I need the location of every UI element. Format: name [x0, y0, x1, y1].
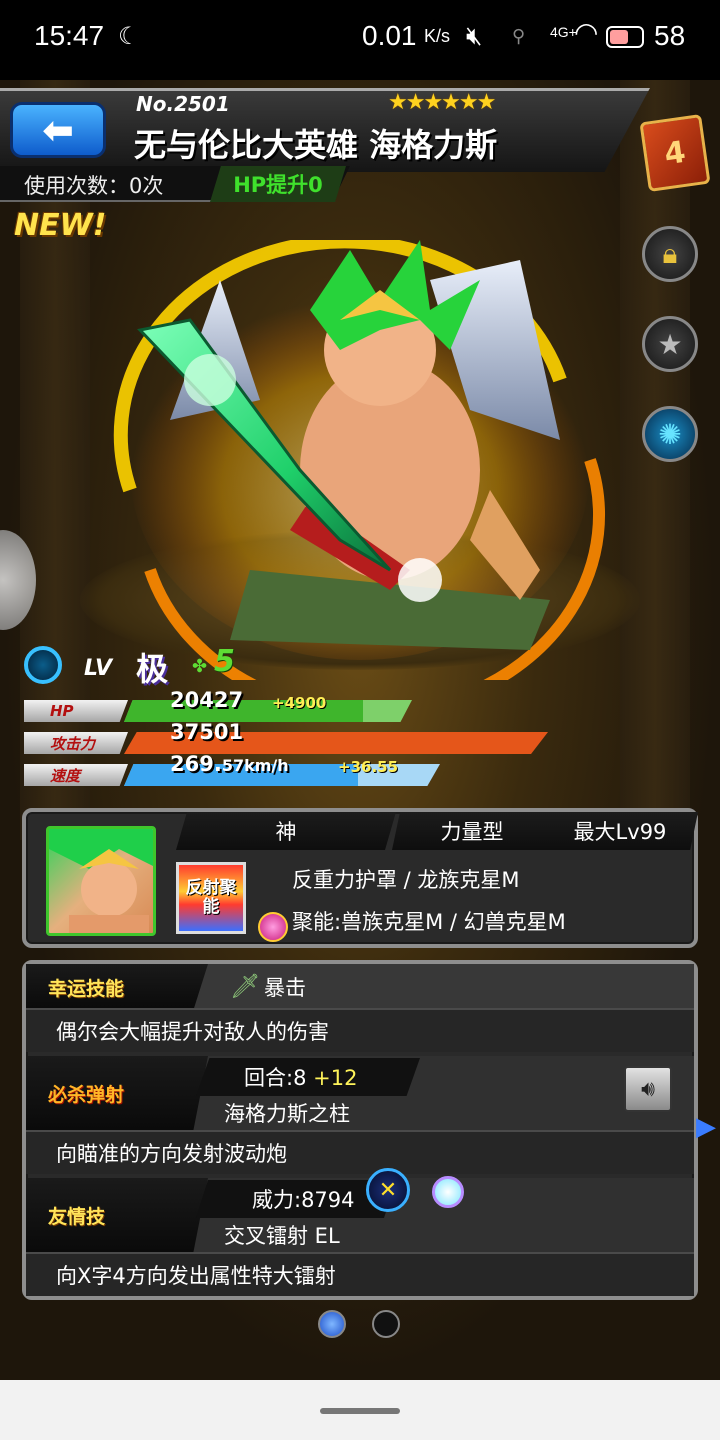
type-tag: 力量型	[392, 812, 552, 850]
next-page-arrow-icon[interactable]: ▶	[696, 1112, 716, 1142]
hp-bar-fill	[124, 700, 364, 722]
monster-portrait	[46, 826, 156, 936]
strike-shot-header: 必杀弹射 回合:8 +12 海格力斯之柱	[26, 1056, 694, 1130]
strike-shot-tag: 必杀弹射	[26, 1056, 208, 1130]
monster-book-icon[interactable]: 4	[639, 114, 711, 192]
luck-skill-name: 暴击	[264, 976, 306, 1000]
strike-shot-name: 海格力斯之柱	[224, 1102, 350, 1126]
home-gesture-bar[interactable]	[320, 1408, 400, 1414]
level-value: 极	[136, 650, 169, 688]
book-label: 4	[662, 134, 688, 172]
clover-icon: ✤	[192, 656, 208, 677]
profile-panel: 神 力量型 最大Lv99 反射聚能 反重力护罩 / 龙族克星M 聚能:兽族克星M…	[22, 808, 698, 948]
attack-label: 攻击力	[24, 732, 128, 754]
new-badge: NEW!	[14, 208, 107, 243]
luck-value: 5	[214, 644, 235, 679]
max-level-tag: 最大Lv99	[542, 812, 698, 850]
turns-value: 回合:8	[244, 1066, 307, 1090]
status-time: 15:47	[34, 20, 105, 51]
star-icon: ★	[657, 327, 683, 361]
back-arrow-icon: ⬅	[42, 108, 74, 152]
tribe-tag: 神	[176, 812, 396, 850]
friendship-header: 友情技 威力:8794 交叉镭射 EL	[26, 1178, 694, 1252]
ability-icon[interactable]: 反射聚能	[176, 862, 246, 934]
hp-value: 20427	[170, 688, 244, 712]
page-dot-2[interactable]	[372, 1310, 400, 1338]
portrait-art	[49, 829, 153, 933]
network-speed-unit: K/s	[424, 26, 451, 46]
orb-icon: ✺	[658, 417, 682, 451]
favorite-button[interactable]: ★	[642, 316, 698, 372]
gauge-ability-icon	[258, 912, 288, 942]
monster-detail-screen: ⬅ No.2501 ★★★★★★ 无与伦比大英雄 海格力斯 使用次数：0次 HP…	[0, 80, 720, 1380]
status-bar: 15:47 ☾ 0.01 K/s 🔇︎ ⚲ 4G+ ◠ 58	[0, 0, 720, 80]
data-saver-icon: ⚲	[512, 26, 526, 46]
attack-value: 37501	[170, 720, 244, 744]
luck-skill-desc: 偶尔会大幅提升对敌人的伤害	[26, 1008, 694, 1052]
cross-laser-icon[interactable]: ✕	[366, 1168, 410, 1212]
level-label: LV	[84, 656, 113, 681]
voice-button[interactable]: 🔊︎	[624, 1066, 672, 1112]
wifi-icon: ◠	[574, 17, 599, 48]
rarity-stars: ★★★★★★	[388, 90, 496, 115]
lock-icon: 🔒︎	[662, 237, 678, 270]
lock-button[interactable]: 🔒︎	[642, 226, 698, 282]
orb-button[interactable]: ✺	[642, 406, 698, 462]
speaker-icon: 🔊︎	[641, 1076, 655, 1102]
friendship-name: 交叉镭射 EL	[224, 1224, 340, 1248]
skills-panel: 幸运技能 🗡︎ 暴击 偶尔会大幅提升对敌人的伤害 必杀弹射 回合:8 +12 海…	[22, 960, 698, 1300]
ring-icon[interactable]	[432, 1176, 464, 1208]
battery-icon	[606, 26, 644, 48]
mute-icon: 🔇︎	[466, 20, 483, 50]
network-type: 4G+	[550, 24, 577, 40]
hp-stat-row: HP 20427 +4900	[24, 688, 424, 722]
network-speed: 0.01	[362, 20, 417, 51]
ability-text: 反重力护罩 / 龙族克星M	[292, 868, 520, 892]
battery-level: 58	[654, 20, 686, 51]
turns-bonus: +12	[313, 1066, 358, 1090]
navigation-bar	[0, 1380, 720, 1440]
friendship-power: 威力:8794	[252, 1188, 355, 1212]
element-egg-icon	[24, 646, 62, 684]
back-button[interactable]: ⬅	[10, 102, 106, 158]
speed-stat-row: 速度 269.57km/h +36.55	[24, 752, 444, 786]
monster-number: No.2501	[136, 92, 230, 116]
friendship-tag: 友情技	[26, 1178, 208, 1252]
speed-value-unit: 57km/h	[221, 756, 289, 775]
gauge-ability-text: 聚能:兽族克星M / 幻兽克星M	[292, 910, 566, 934]
monster-name: 无与伦比大英雄 海格力斯	[134, 126, 498, 164]
hp-label: HP	[24, 700, 128, 722]
hp-bar-track	[124, 700, 412, 722]
strike-shot-turns: 回合:8 +12	[244, 1062, 357, 1092]
usage-count: 使用次数：0次	[24, 174, 164, 198]
page-dot-1[interactable]	[318, 1310, 346, 1338]
luck-skill-tag: 幸运技能	[26, 964, 208, 1010]
hp-bonus: +4900	[272, 694, 327, 712]
speed-value: 269.57km/h	[170, 752, 289, 776]
speed-bonus: +36.55	[338, 758, 399, 776]
speed-label: 速度	[24, 764, 128, 786]
strike-shot-desc: 向瞄准的方向发射波动炮	[26, 1130, 694, 1174]
sword-icon: 🗡︎	[230, 972, 261, 1000]
luck-skill-header: 幸运技能 🗡︎ 暴击	[26, 964, 694, 1010]
friendship-desc: 向X字4方向发出属性特大镭射	[26, 1252, 694, 1296]
speed-value-main: 269.	[170, 752, 222, 776]
moon-icon: ☾	[118, 23, 140, 50]
character-illustration	[113, 240, 606, 680]
hp-boost-badge: HP提升0	[210, 166, 346, 202]
attack-stat-row: 攻击力 37501	[24, 720, 564, 754]
